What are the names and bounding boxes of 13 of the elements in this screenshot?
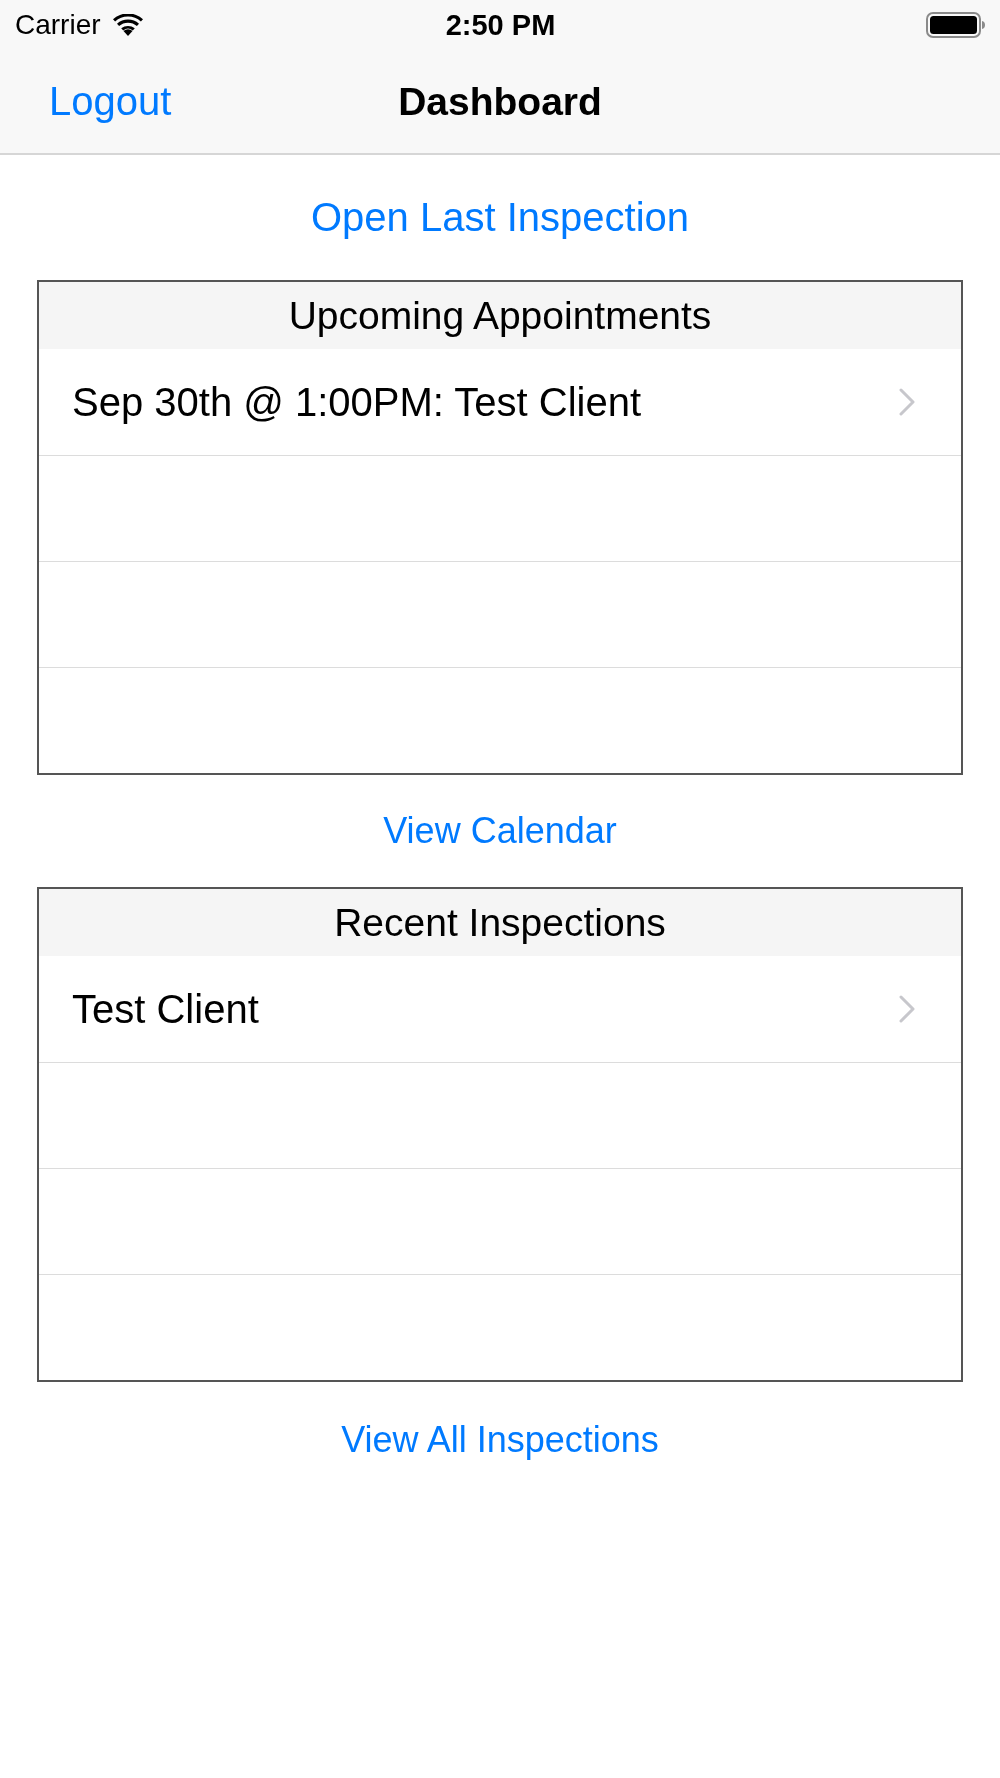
footer-link[interactable]: View All Inspections [341,1419,659,1461]
chevron-icon [899,388,915,416]
footer-link[interactable]: View Calendar [383,810,617,852]
section-header: Recent Inspections [39,889,961,956]
open-last-inspection-link[interactable]: Open Last Inspection [311,195,689,240]
status-time: 2:50 PM [445,8,556,42]
wifi-icon [112,14,143,36]
nav-title: Dashboard [398,79,602,124]
carrier-label: Carrier [15,9,101,41]
chevron-icon [899,995,915,1023]
logout-button[interactable]: Logout [49,79,172,124]
section-header: Upcoming Appointments [39,282,961,349]
battery-icon [926,12,986,38]
